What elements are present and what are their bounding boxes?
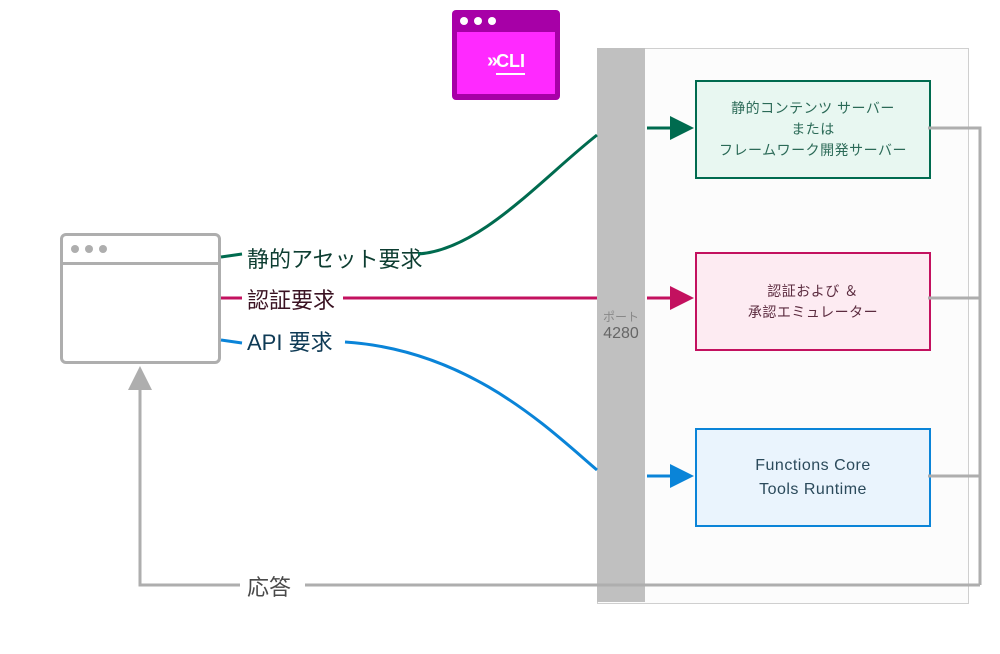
tick-api xyxy=(221,340,242,343)
flow-static-to-port xyxy=(418,135,597,254)
tick-static xyxy=(221,254,242,257)
flow-lines xyxy=(0,0,1000,654)
flow-api-to-port xyxy=(345,342,597,470)
flow-response-to-browser xyxy=(140,370,240,585)
stub-static-out xyxy=(928,128,980,585)
